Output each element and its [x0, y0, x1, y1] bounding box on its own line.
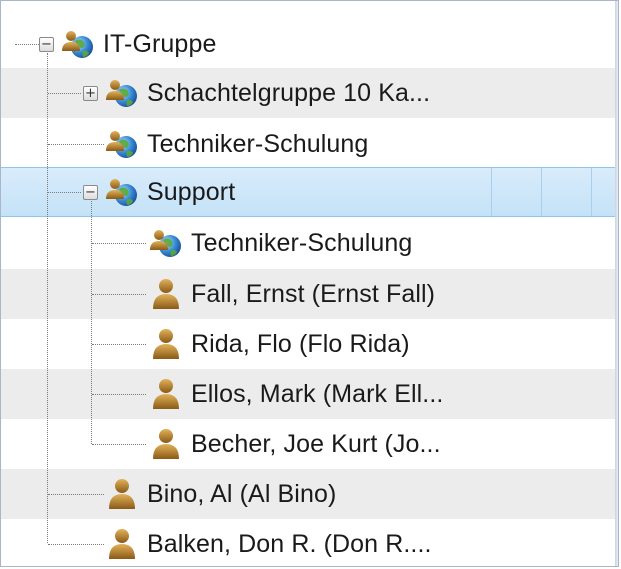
tree-node-techniker-schulung-sub[interactable]: Techniker-Schulung [149, 218, 412, 268]
user-icon [149, 427, 183, 461]
tree-connector [91, 201, 92, 444]
tree-node-user-fall[interactable]: Fall, Ernst (Ernst Fall) [149, 269, 435, 319]
tree-connector [15, 44, 39, 45]
tree-node-label: IT-Gruppe [103, 29, 217, 58]
tree-node-user-balken[interactable]: Balken, Don R. (Don R.... [105, 519, 432, 567]
user-icon [149, 277, 183, 311]
tree-connector [92, 344, 146, 345]
collapse-toggle-it-gruppe[interactable]: − [39, 37, 54, 52]
expand-toggle-schachtelgruppe[interactable]: + [83, 86, 98, 101]
group-tree: − + − IT-Gruppe Schachtelgruppe 10 Ka...… [1, 1, 617, 567]
user-icon [105, 527, 139, 561]
tree-node-label: Rida, Flo (Flo Rida) [191, 329, 410, 358]
tree-connector [48, 494, 104, 495]
column-separator [591, 168, 592, 216]
tree-node-label: Bino, Al (Al Bino) [147, 479, 337, 508]
tree-panel: − + − IT-Gruppe Schachtelgruppe 10 Ka...… [0, 0, 619, 567]
tree-node-label: Ellos, Mark (Mark Ell... [191, 379, 444, 408]
user-icon [105, 477, 139, 511]
tree-node-label: Schachtelgruppe 10 Ka... [147, 78, 431, 107]
tree-node-support[interactable]: Support [105, 167, 235, 217]
group-globe-icon [61, 27, 95, 61]
panel-edge [615, 1, 618, 566]
tree-connector [47, 53, 48, 543]
user-icon [149, 327, 183, 361]
tree-node-user-ellos[interactable]: Ellos, Mark (Mark Ell... [149, 369, 443, 419]
tree-node-user-rida[interactable]: Rida, Flo (Flo Rida) [149, 319, 410, 369]
tree-node-label: Techniker-Schulung [147, 129, 369, 158]
tree-node-user-bino[interactable]: Bino, Al (Al Bino) [105, 469, 336, 519]
tree-connector [48, 192, 81, 193]
tree-node-schachtelgruppe[interactable]: Schachtelgruppe 10 Ka... [105, 68, 430, 118]
user-icon [149, 377, 183, 411]
tree-connector [92, 394, 146, 395]
collapse-toggle-support[interactable]: − [83, 185, 98, 200]
column-separator [541, 168, 542, 216]
tree-node-label: Support [147, 177, 236, 206]
tree-node-label: Techniker-Schulung [191, 228, 413, 257]
tree-connector [48, 93, 81, 94]
tree-node-techniker-schulung[interactable]: Techniker-Schulung [105, 119, 368, 169]
tree-connector [48, 544, 104, 545]
tree-node-it-gruppe[interactable]: IT-Gruppe [61, 19, 216, 69]
tree-node-label: Fall, Ernst (Ernst Fall) [191, 279, 436, 308]
group-globe-icon [105, 76, 139, 110]
tree-node-label: Becher, Joe Kurt (Jo... [191, 429, 441, 458]
tree-connector [92, 444, 146, 445]
tree-connector [92, 294, 146, 295]
group-globe-icon [105, 127, 139, 161]
group-globe-icon [105, 175, 139, 209]
tree-node-user-becher[interactable]: Becher, Joe Kurt (Jo... [149, 419, 441, 469]
tree-connector [92, 243, 146, 244]
column-separator [491, 168, 492, 216]
tree-connector [48, 144, 104, 145]
group-globe-icon [149, 226, 183, 260]
tree-node-label: Balken, Don R. (Don R.... [147, 529, 432, 558]
